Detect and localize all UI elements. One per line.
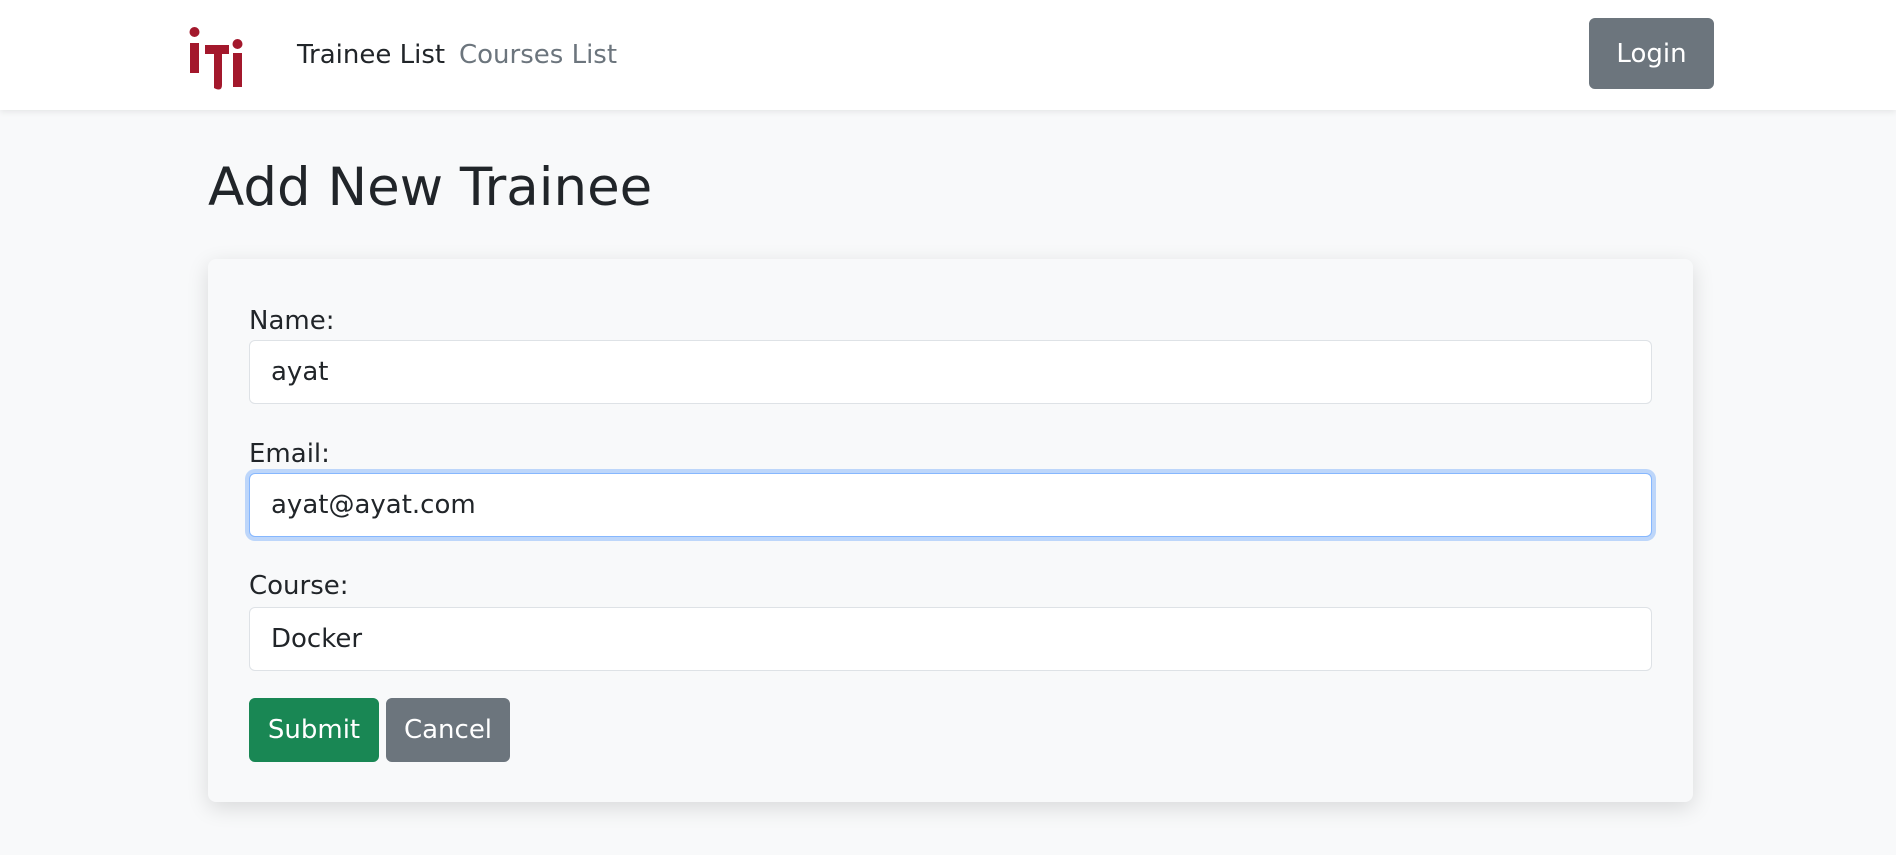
course-label: Course:: [249, 571, 349, 601]
course-input[interactable]: [249, 607, 1652, 671]
navbar: Trainee List Courses List Login: [0, 0, 1896, 110]
trainee-form-card: Name: Email: Course: Submit Cancel: [208, 259, 1693, 802]
nav-trainee-list[interactable]: Trainee List: [297, 38, 445, 72]
nav-courses-list[interactable]: Courses List: [459, 38, 617, 72]
submit-button[interactable]: Submit: [249, 698, 379, 762]
cancel-button[interactable]: Cancel: [386, 698, 510, 762]
iti-logo[interactable]: [188, 25, 252, 91]
name-input[interactable]: [249, 340, 1652, 404]
name-label: Name:: [249, 306, 335, 336]
login-button[interactable]: Login: [1589, 18, 1714, 89]
email-input[interactable]: [249, 473, 1652, 537]
page-title: Add New Trainee: [208, 157, 653, 218]
email-label: Email:: [249, 439, 330, 469]
